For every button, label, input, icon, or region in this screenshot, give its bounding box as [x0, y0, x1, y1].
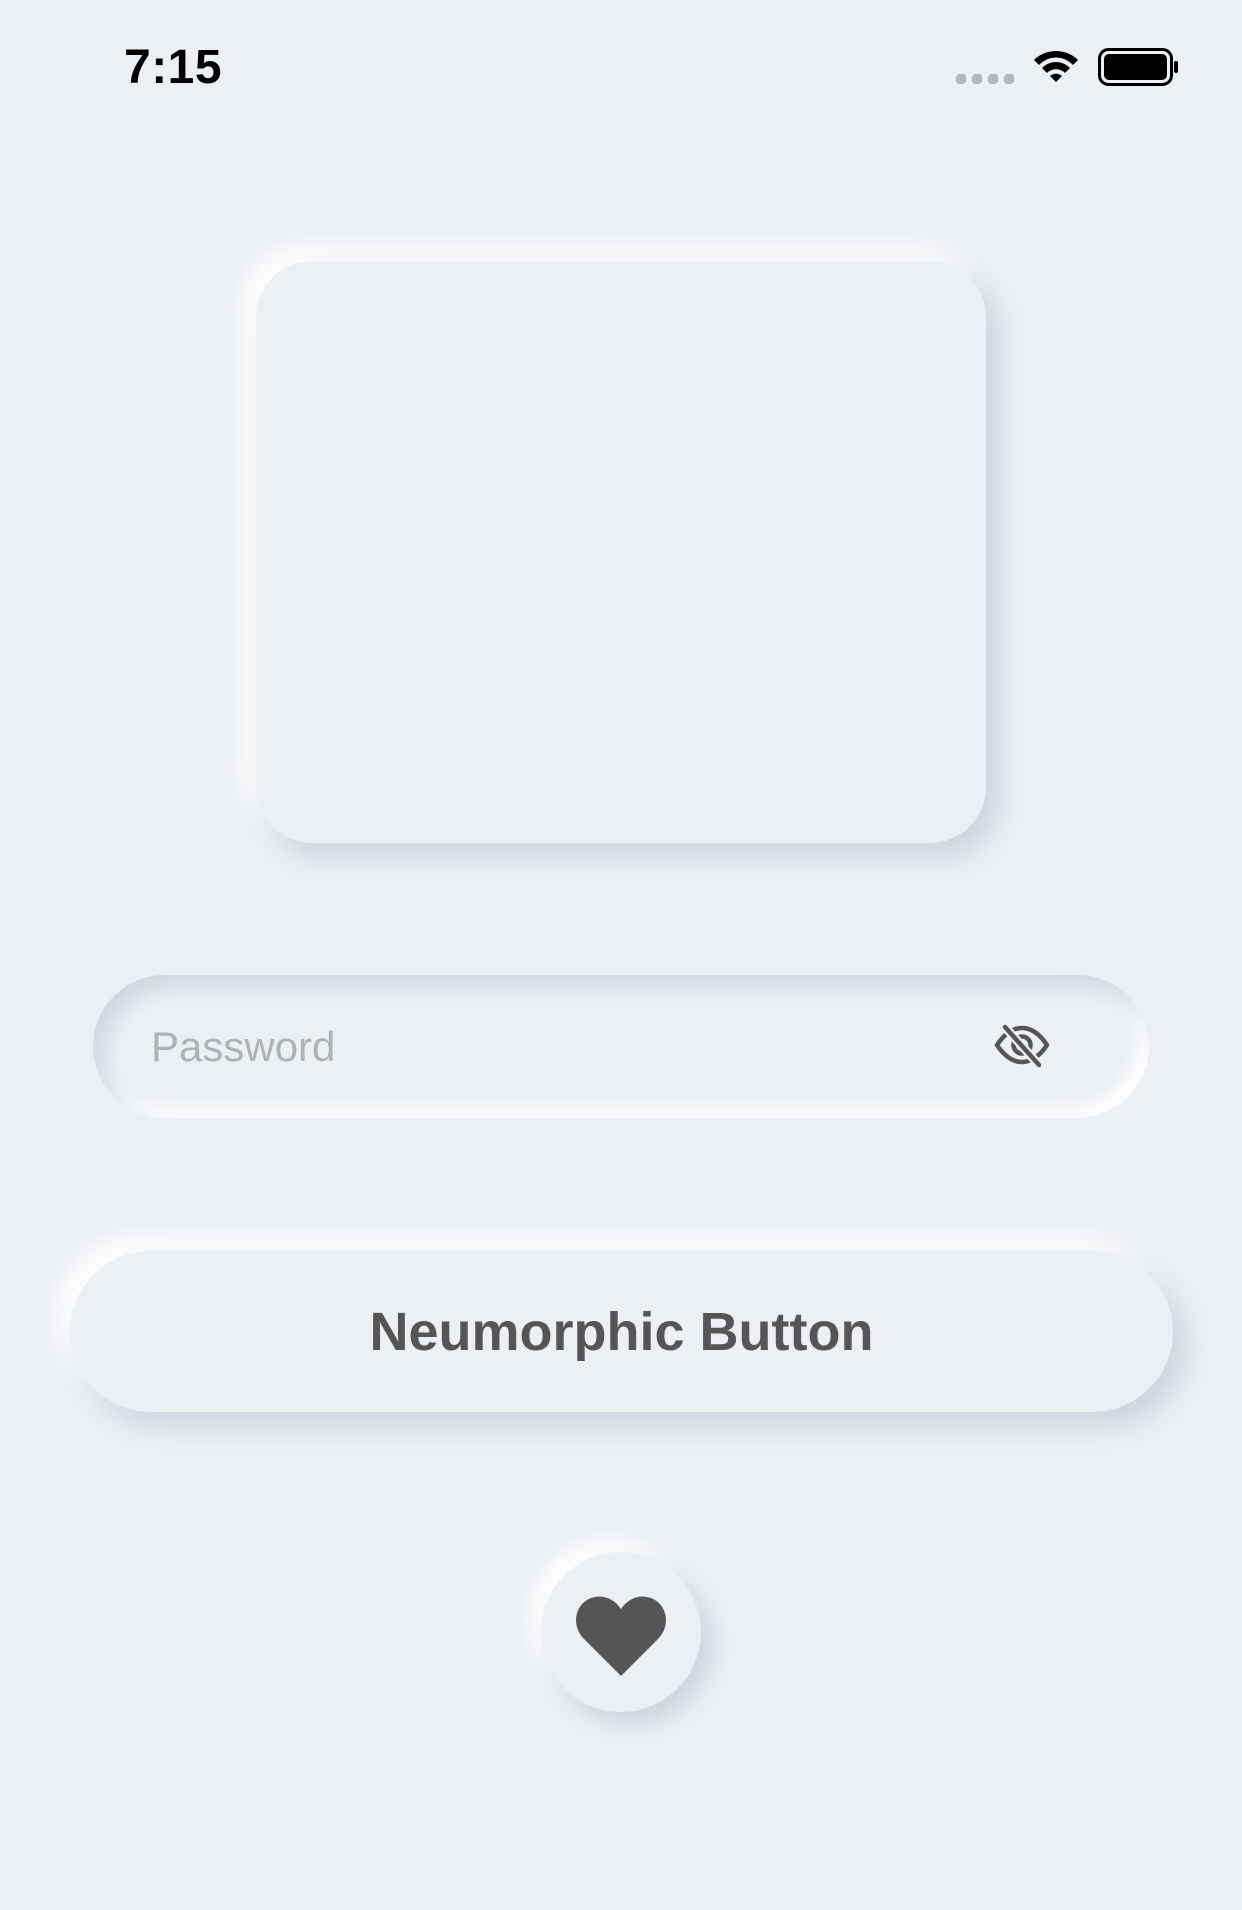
- heart-icon: [576, 1596, 666, 1676]
- eye-slash-icon[interactable]: [993, 1019, 1051, 1071]
- password-field[interactable]: [93, 975, 1149, 1118]
- battery-icon: [1098, 48, 1178, 86]
- status-bar: 7:15: [0, 0, 1242, 140]
- status-time: 7:15: [124, 41, 223, 94]
- password-input[interactable]: [151, 975, 971, 1118]
- wifi-icon: [1034, 51, 1078, 82]
- neumorphic-button[interactable]: Neumorphic Button: [70, 1251, 1173, 1412]
- signal-icon: [956, 74, 1014, 86]
- neumorphic-card: [256, 261, 986, 843]
- heart-button[interactable]: [541, 1552, 701, 1712]
